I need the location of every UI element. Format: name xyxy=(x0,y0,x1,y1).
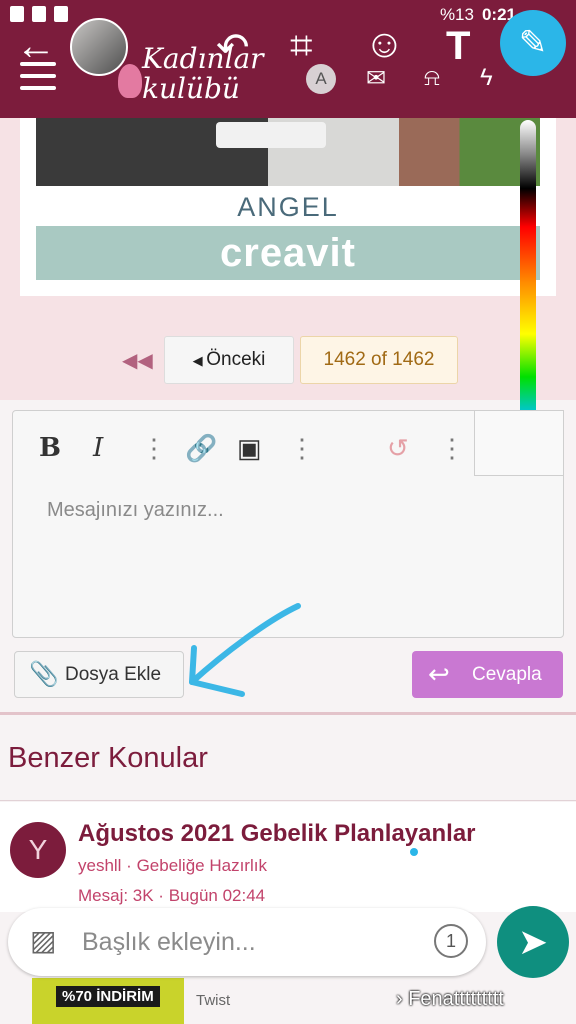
message-placeholder[interactable]: Mesajınızı yazınız... xyxy=(47,499,224,522)
link-icon[interactable]: 🔗 xyxy=(185,433,217,464)
back-arrow-icon[interactable]: ← xyxy=(16,26,56,66)
view-once-icon[interactable]: 1 xyxy=(434,924,468,958)
undo-icon[interactable]: ↶ xyxy=(216,28,250,68)
similar-threads-title: Benzer Konular xyxy=(8,742,208,774)
alert-icon xyxy=(10,6,24,22)
editor-undo-icon[interactable]: ↺ xyxy=(387,433,409,464)
network-percent: %13 xyxy=(439,5,474,24)
logo-badge-icon xyxy=(118,64,142,98)
reply-icon: ↩ xyxy=(428,659,450,689)
attach-label: Dosya Ekle xyxy=(65,664,162,685)
site-header: %13 0:21 Kadınlar kulübü ← ↶ ⌗ ☺ T A ✉ ⍾… xyxy=(0,0,576,118)
first-page-icon[interactable]: ◀◀ xyxy=(122,348,153,373)
more-icon[interactable]: ⋮ xyxy=(141,433,167,464)
overflow-icon[interactable]: ⋮ xyxy=(439,433,465,464)
gallery-icon[interactable]: ▨ xyxy=(30,924,56,957)
logo-avatar xyxy=(70,18,128,76)
send-button[interactable]: ➤ xyxy=(497,906,569,978)
thread-avatar[interactable]: Y xyxy=(10,822,66,878)
reply-button[interactable]: ↩ Cevapla xyxy=(412,651,563,698)
discount-label: %70 İNDİRİM xyxy=(56,986,160,1007)
logo-line2: kulübü xyxy=(142,72,240,105)
bell-icon[interactable]: ⍾ xyxy=(424,64,440,92)
thread-stats: Mesaj: 3K · Bugün 02:44 xyxy=(78,886,266,905)
paperclip-icon: 📎 xyxy=(29,661,59,688)
bold-button[interactable]: B xyxy=(39,433,61,463)
section-divider xyxy=(0,712,576,715)
user-avatar[interactable]: A xyxy=(306,64,336,94)
page-indicator[interactable]: 1462 of 1462 xyxy=(300,336,458,384)
drawn-dot xyxy=(410,848,418,856)
previous-page-button[interactable]: ◀ Önceki xyxy=(164,336,294,384)
file-icon xyxy=(54,6,68,22)
ad-brand: ANGEL xyxy=(237,192,339,222)
bottom-label: Twist xyxy=(196,992,231,1009)
drawn-arrow-annotation xyxy=(189,603,301,697)
thread-meta[interactable]: yeshll · Gebeliğe Hazırlık xyxy=(78,856,267,876)
attach-file-button[interactable]: 📎 Dosya Ekle xyxy=(14,651,184,698)
ad-logo: creavit xyxy=(36,226,540,280)
emoji-icon[interactable]: ☺ xyxy=(364,24,405,64)
bottom-ad-image[interactable]: %70 İNDİRİM xyxy=(32,978,184,1024)
reply-label: Cevapla xyxy=(472,664,542,685)
italic-button[interactable]: I xyxy=(93,433,103,463)
thread-title[interactable]: Ağustos 2021 Gebelik Planlayanlar xyxy=(78,820,476,848)
chevron-left-icon: ◀ xyxy=(192,353,207,368)
lightning-icon[interactable]: ϟ xyxy=(480,64,493,92)
ad-sink-shape xyxy=(216,122,326,148)
status-right: %13 0:21 xyxy=(440,5,516,25)
preview-toggle[interactable] xyxy=(474,410,564,476)
notification-icons xyxy=(10,6,68,22)
caption-bar: ▨ 1 xyxy=(8,908,486,976)
image-icon xyxy=(32,6,46,22)
crop-icon[interactable]: ⌗ xyxy=(290,26,313,66)
text-tool-icon[interactable]: T xyxy=(446,26,470,66)
ad-banner[interactable]: ANGEL creavit xyxy=(20,118,556,296)
previous-label: Önceki xyxy=(206,349,266,370)
image-insert-icon[interactable]: ▣ xyxy=(237,433,262,464)
mail-icon[interactable]: ✉ xyxy=(366,64,386,93)
footer-text: › Fenattttttttt xyxy=(396,988,504,1010)
caption-input[interactable] xyxy=(82,920,422,964)
pen-tool-button[interactable]: ✎ xyxy=(500,10,566,76)
pagination: ◀◀ ◀ Önceki 1462 of 1462 xyxy=(0,336,576,386)
thread-row[interactable]: Y Ağustos 2021 Gebelik Planlayanlar yesh… xyxy=(0,802,576,912)
more-options-icon[interactable]: ⋮ xyxy=(289,433,315,464)
similar-divider xyxy=(0,800,576,801)
ad-photo xyxy=(36,118,540,186)
